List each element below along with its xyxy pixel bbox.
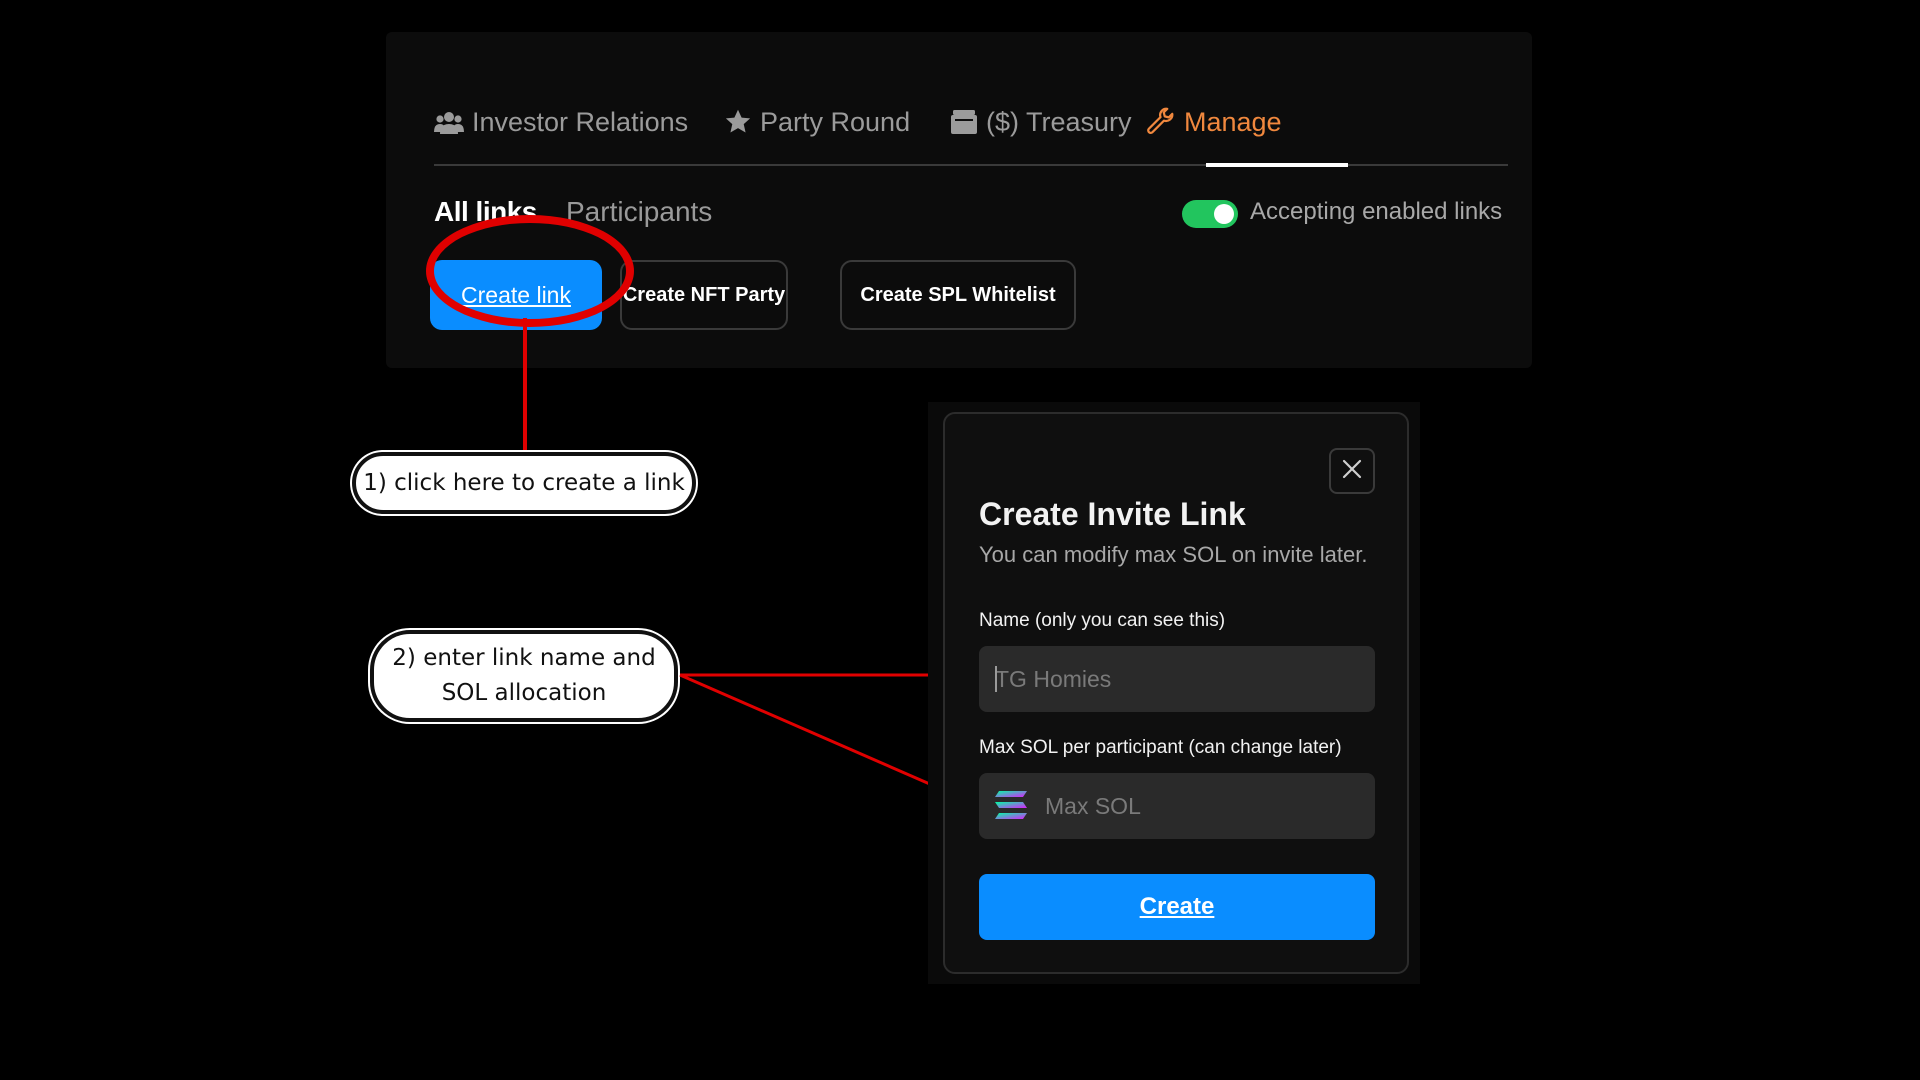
max-sol-field-label: Max SOL per participant (can change late…	[979, 737, 1342, 758]
tab-manage-label: Manage	[1184, 106, 1282, 137]
close-icon	[1341, 458, 1363, 485]
subtab-participants[interactable]: Participants	[566, 196, 712, 228]
tab-party-round[interactable]: Party Round	[724, 102, 910, 142]
create-invite-link-modal: Create Invite Link You can modify max SO…	[943, 412, 1409, 974]
modal-title: Create Invite Link	[979, 496, 1246, 532]
star-icon	[724, 108, 752, 136]
modal-subtitle: You can modify max SOL on invite later.	[979, 542, 1368, 567]
callout-step-2-line-2: SOL allocation	[441, 680, 607, 706]
tab-treasury-label: ($) Treasury	[986, 106, 1132, 137]
annotation-connector-line	[523, 318, 527, 452]
users-icon	[434, 110, 464, 134]
tab-manage[interactable]: Manage	[1146, 102, 1282, 142]
accepting-links-toggle[interactable]	[1182, 200, 1238, 228]
create-spl-whitelist-button[interactable]: Create SPL Whitelist	[840, 260, 1076, 330]
tab-investor-relations-label: Investor Relations	[472, 106, 689, 137]
name-field-wrapper	[979, 646, 1375, 712]
callout-step-1: 1) click here to create a link	[352, 452, 696, 514]
toggle-knob	[1214, 204, 1234, 224]
close-button[interactable]	[1329, 448, 1375, 494]
toggle-label: Accepting enabled links	[1250, 198, 1503, 225]
tab-treasury[interactable]: ($) Treasury	[950, 102, 1132, 142]
max-sol-input[interactable]	[979, 773, 1375, 839]
callout-step-2: 2) enter link name and SOL allocation	[370, 630, 678, 722]
text-caret	[995, 666, 997, 692]
wrench-icon	[1146, 107, 1176, 137]
tab-party-round-label: Party Round	[760, 106, 911, 137]
callout-step-1-text: 1) click here to create a link	[363, 469, 685, 496]
create-nft-party-button[interactable]: Create NFT Party	[620, 260, 788, 330]
active-tab-indicator	[1206, 163, 1348, 167]
highlight-ring	[426, 215, 634, 327]
create-button[interactable]: Create	[979, 874, 1375, 940]
name-input[interactable]	[979, 646, 1375, 712]
wallet-icon	[950, 109, 978, 135]
tab-bar: Investor Relations Party Round ($) Treas…	[434, 68, 1508, 167]
arrow-to-max-sol-field	[679, 673, 956, 797]
tab-investor-relations[interactable]: Investor Relations	[434, 102, 688, 142]
name-field-label: Name (only you can see this)	[979, 610, 1226, 631]
callout-step-2-line-1: 2) enter link name and	[392, 645, 656, 671]
max-sol-field-wrapper	[979, 773, 1375, 839]
